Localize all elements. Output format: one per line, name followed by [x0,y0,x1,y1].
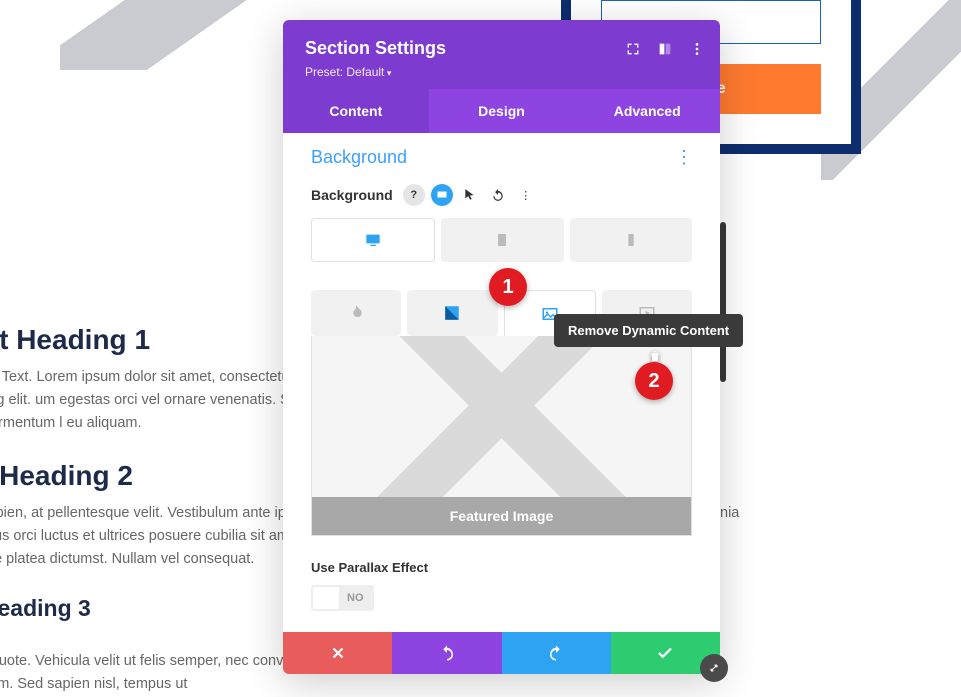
settings-tabs: Content Design Advanced [283,89,720,133]
help-icon[interactable]: ? [403,184,425,206]
section-settings-panel: Section Settings Preset: Default Content… [283,20,720,674]
callout-2: 2 [635,362,673,400]
parallax-toggle[interactable]: NO [311,585,374,611]
bg-gradient-tab[interactable] [407,290,497,336]
options-kebab-icon[interactable]: ⋮ [515,184,537,206]
device-tabs [311,218,692,262]
callout-1: 1 [489,268,527,306]
device-desktop[interactable] [311,218,435,262]
panel-header: Section Settings Preset: Default [283,20,720,89]
background-option-row: Background ? ⋮ [311,184,692,206]
background-label: Background [311,187,393,203]
scrollbar[interactable] [720,222,726,382]
hover-icon[interactable] [459,184,481,206]
background-section-label[interactable]: Background [311,147,692,168]
resize-handle[interactable] [700,654,728,682]
parallax-label: Use Parallax Effect [311,560,692,575]
toggle-value: NO [339,592,372,604]
device-phone[interactable] [570,218,692,262]
preset-dropdown[interactable]: Preset: Default [305,65,698,79]
trailing-text: nia [720,505,739,521]
snap-icon[interactable] [656,40,674,58]
tab-design[interactable]: Design [429,89,575,133]
responsive-icon[interactable] [431,184,453,206]
kebab-menu-icon[interactable] [688,40,706,58]
featured-image-label: Featured Image [312,497,691,535]
tab-advanced[interactable]: Advanced [574,89,720,133]
expand-icon[interactable] [624,40,642,58]
background-image-preview[interactable]: Featured Image [311,336,692,536]
section-kebab-icon[interactable]: ⋮ [675,147,692,168]
device-tablet[interactable] [441,218,563,262]
toggle-knob [313,587,339,609]
reset-icon[interactable] [487,184,509,206]
remove-dynamic-tooltip: Remove Dynamic Content [554,314,743,347]
tab-content[interactable]: Content [283,89,429,133]
bg-color-tab[interactable] [311,290,401,336]
